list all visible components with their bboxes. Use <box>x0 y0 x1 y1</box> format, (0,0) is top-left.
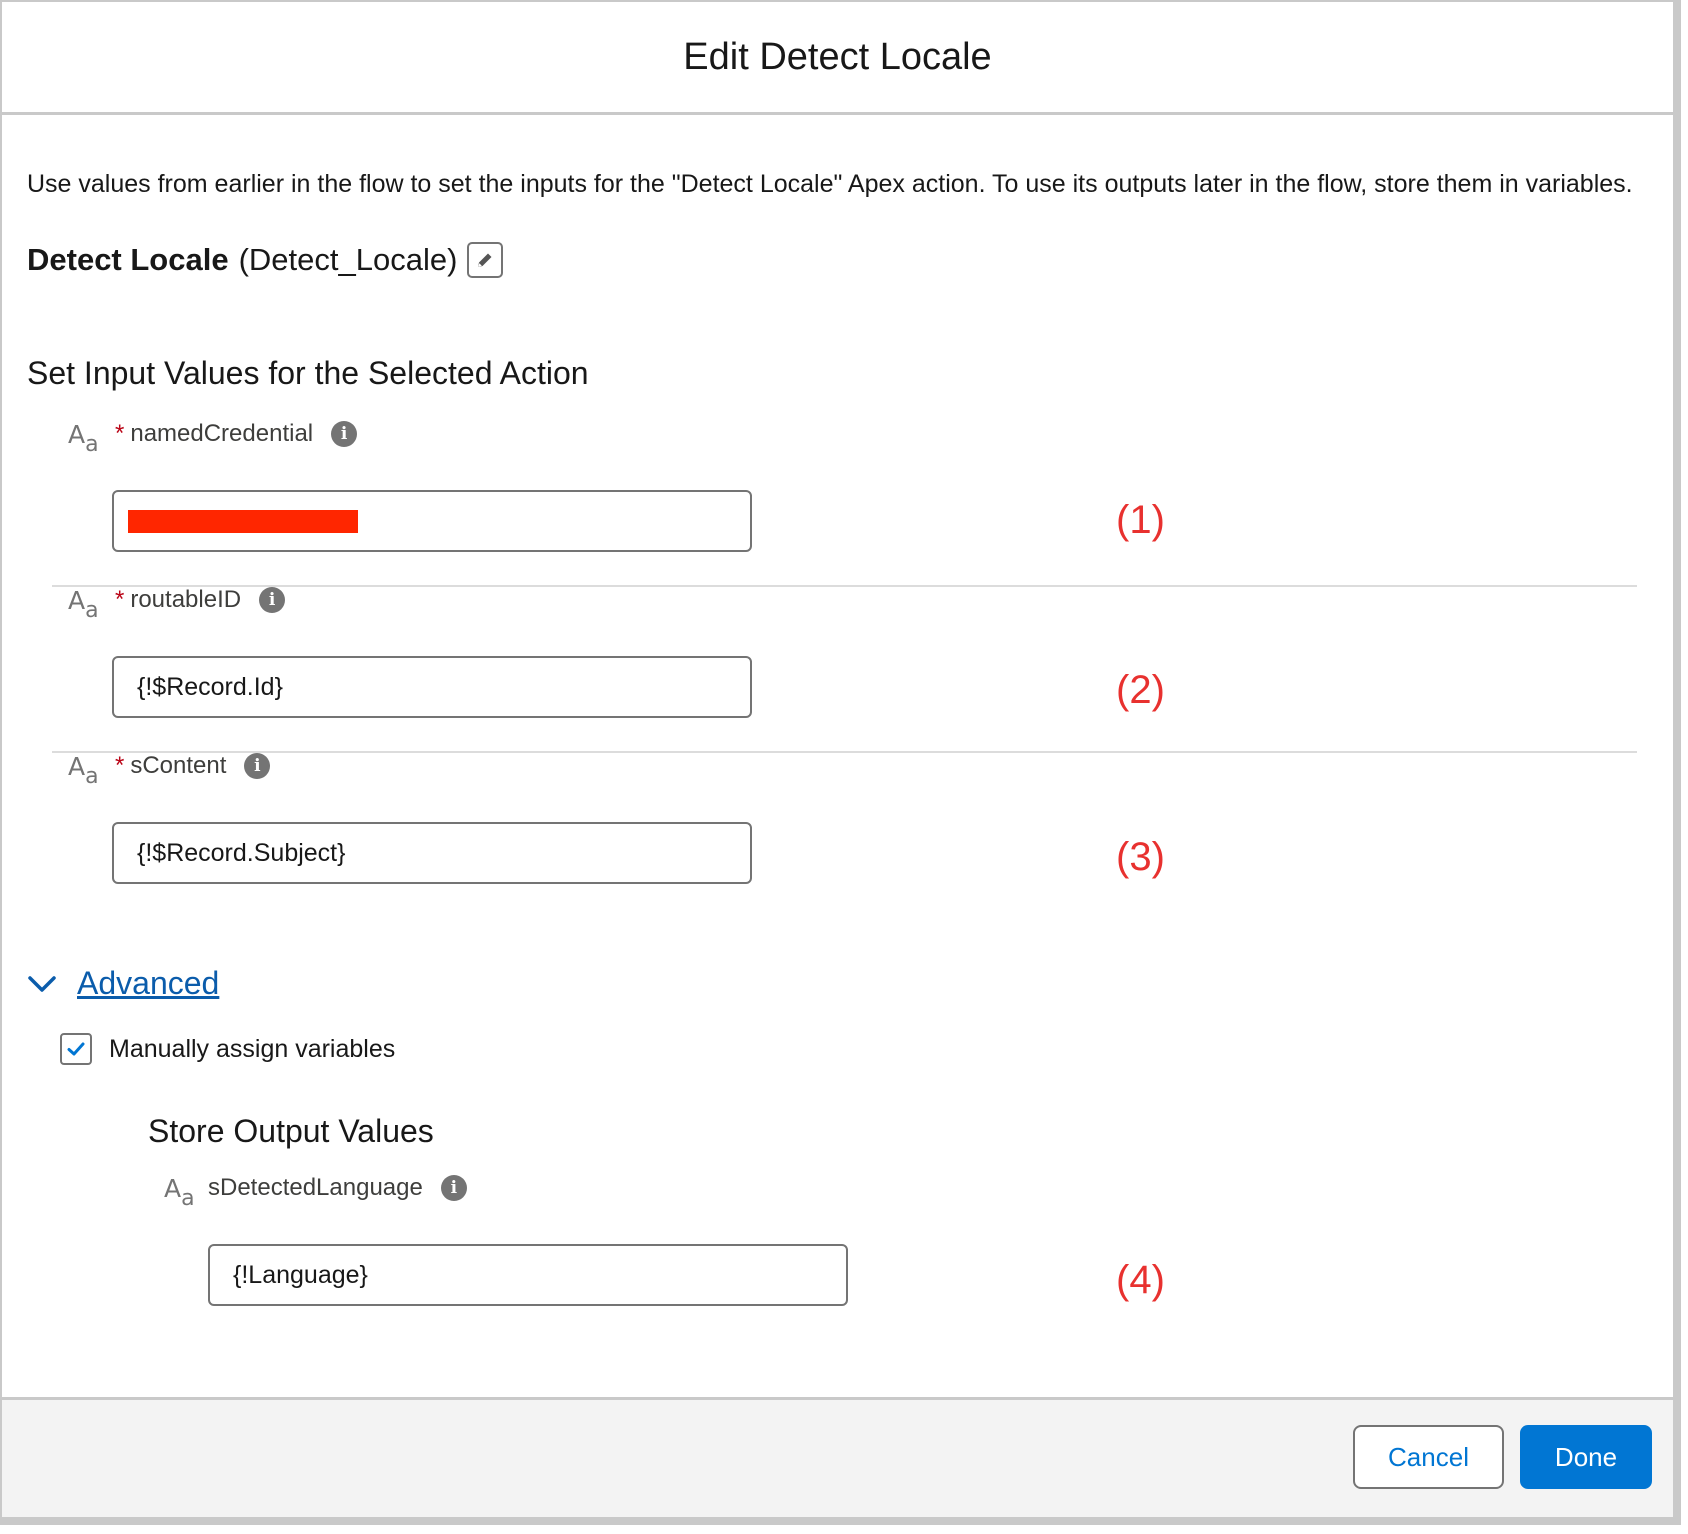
checkmark-icon <box>67 1042 85 1056</box>
advanced-link[interactable]: Advanced <box>77 965 219 1002</box>
edit-name-button[interactable] <box>467 242 504 278</box>
annotation-marker-4: (4) <box>1116 1258 1165 1302</box>
field-divider <box>52 585 1637 587</box>
intro-text: Use values from earlier in the flow to s… <box>27 170 1633 198</box>
info-icon[interactable]: i <box>331 421 358 447</box>
action-name-row: Detect Locale (Detect_Locale) <box>27 242 504 278</box>
routableID-input[interactable]: {!$Record.Id} <box>112 656 752 718</box>
manual-assign-label[interactable]: Manually assign variables <box>109 1035 395 1064</box>
cancel-button[interactable]: Cancel <box>1353 1425 1504 1489</box>
input-value: {!Language} <box>233 1260 368 1289</box>
output-label-sDetectedLanguage: sDetectedLanguage <box>208 1174 423 1201</box>
namedCredential-input[interactable] <box>112 490 752 552</box>
input-label-routableID: routableID <box>130 586 242 613</box>
output-label-row: sDetectedLanguage i <box>208 1174 467 1202</box>
input-value: {!$Record.Id} <box>137 672 283 701</box>
edit-pencil-icon <box>478 253 492 267</box>
chevron-down-icon <box>28 975 56 992</box>
input-value: {!$Record.Subject} <box>137 838 346 867</box>
text-type-icon: Aa <box>68 752 99 789</box>
text-type-icon: Aa <box>164 1174 195 1211</box>
required-asterisk: * <box>115 586 125 613</box>
required-asterisk: * <box>115 420 125 447</box>
input-label-row: * routableID i <box>115 586 286 614</box>
modal-title: Edit Detect Locale <box>683 35 992 78</box>
annotation-marker-2: (2) <box>1116 668 1165 712</box>
sDetectedLanguage-input[interactable]: {!Language} <box>208 1244 848 1306</box>
info-icon[interactable]: i <box>259 587 286 613</box>
action-label: Detect Locale <box>27 242 229 277</box>
info-icon[interactable]: i <box>440 1175 467 1201</box>
output-section-title: Store Output Values <box>148 1113 434 1149</box>
modal-body: Use values from earlier in the flow to s… <box>2 115 1673 1400</box>
required-asterisk: * <box>115 752 125 779</box>
action-api-name: (Detect_Locale) <box>238 242 458 277</box>
manual-assign-row: Manually assign variables <box>60 1033 395 1065</box>
modal-footer: Cancel Done <box>2 1397 1673 1517</box>
field-divider <box>52 751 1637 753</box>
input-label-sContent: sContent <box>130 752 227 779</box>
input-label-row: * sContent i <box>115 752 271 780</box>
annotation-marker-3: (3) <box>1116 835 1165 879</box>
sContent-input[interactable]: {!$Record.Subject} <box>112 822 752 884</box>
info-icon[interactable]: i <box>244 753 271 779</box>
annotation-marker-1: (1) <box>1116 498 1165 542</box>
manual-assign-checkbox[interactable] <box>60 1033 92 1065</box>
input-section-title: Set Input Values for the Selected Action <box>27 355 589 391</box>
advanced-toggle[interactable]: Advanced <box>27 965 219 1002</box>
redaction-bar <box>128 509 358 533</box>
done-button[interactable]: Done <box>1520 1425 1652 1489</box>
modal-header: Edit Detect Locale <box>2 2 1673 115</box>
input-label-namedCredential: namedCredential <box>130 420 314 447</box>
text-type-icon: Aa <box>68 586 99 623</box>
text-type-icon: Aa <box>68 420 99 457</box>
input-label-row: * namedCredential i <box>115 420 358 448</box>
edit-action-modal: Edit Detect Locale Use values from earli… <box>0 0 1681 1525</box>
